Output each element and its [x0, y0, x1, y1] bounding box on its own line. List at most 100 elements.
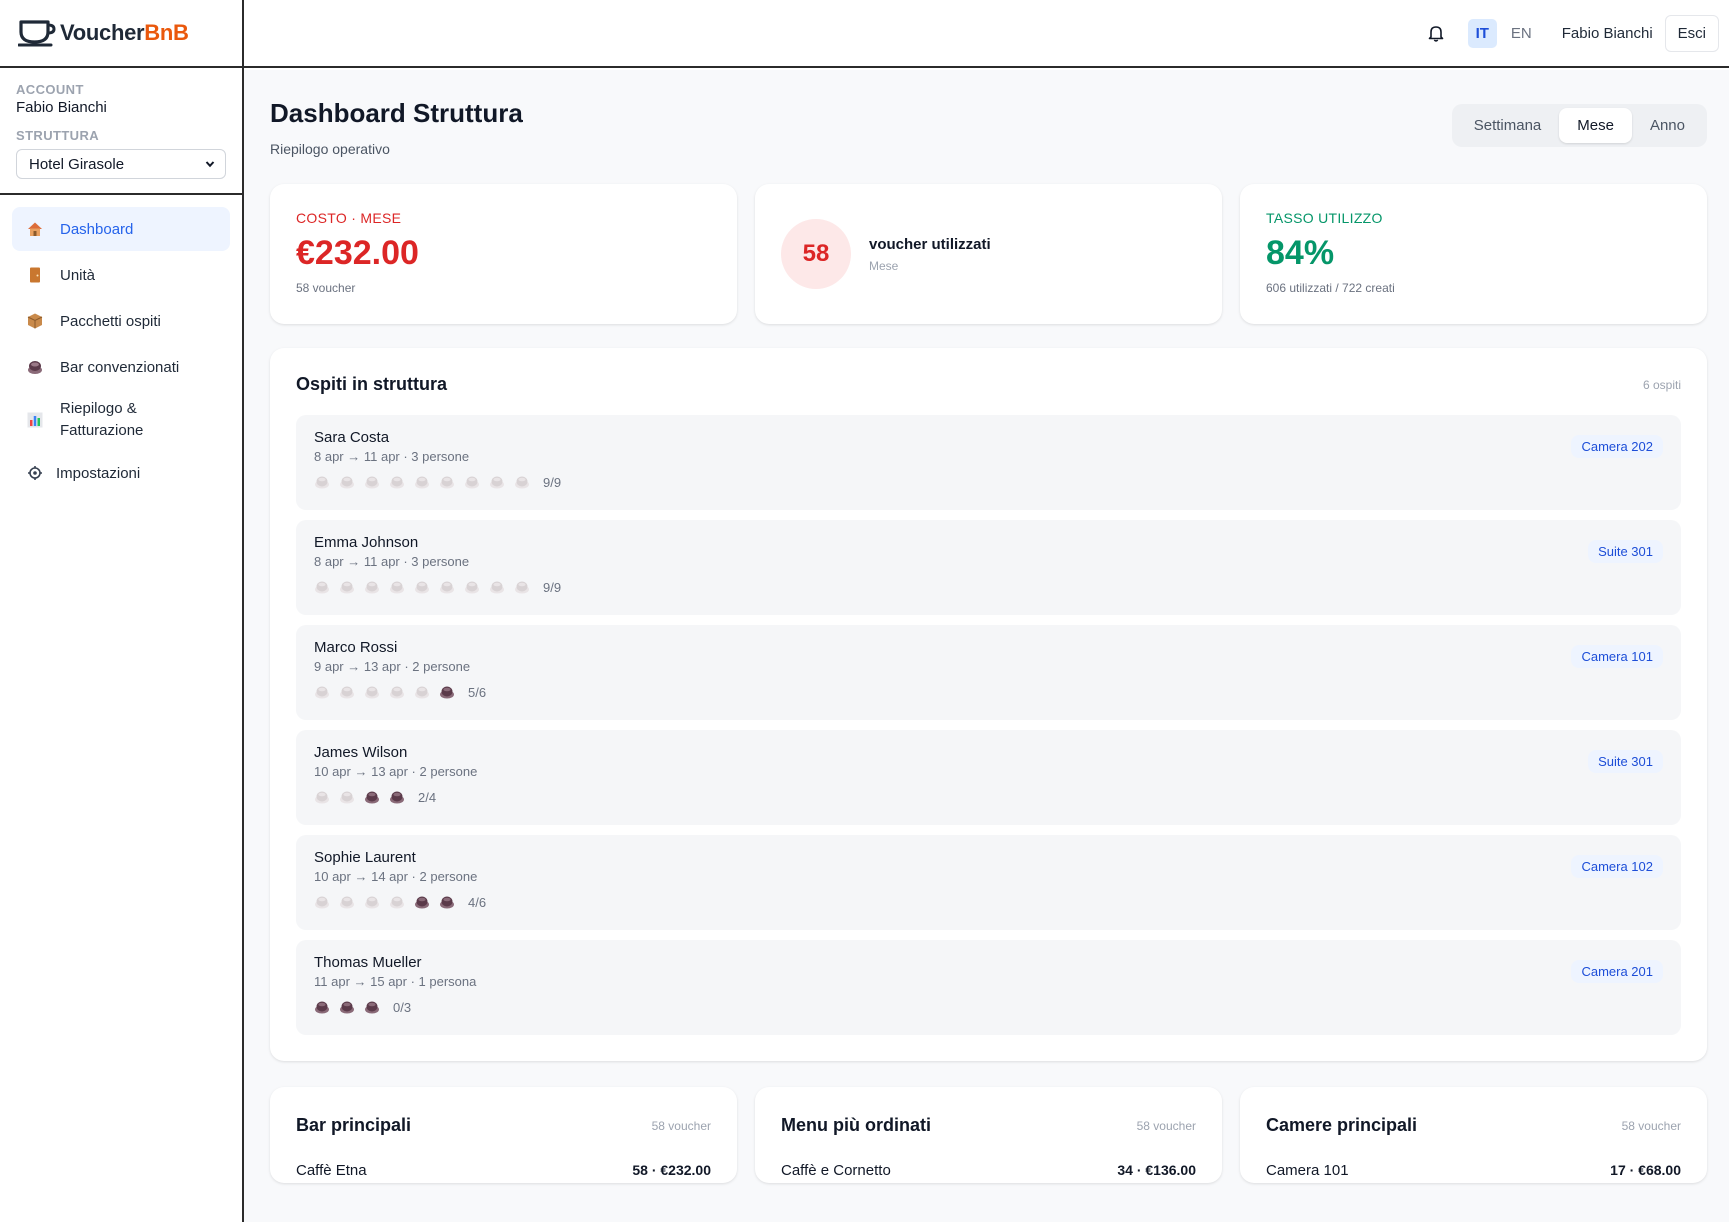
lang-it-button[interactable]: IT [1467, 18, 1497, 48]
voucher-used-icon [365, 686, 379, 699]
top-menus-count: 58 voucher [1136, 1118, 1196, 1133]
sidebar-item-label: Impostazioni [56, 464, 141, 482]
voucher-count: 0/3 [393, 999, 412, 1015]
top-rooms-card: Camere principali 58 voucher Camera 101 … [1240, 1087, 1707, 1183]
sidebar-item-label: Dashboard [60, 220, 134, 238]
list-item[interactable]: Caffè e Cornetto 34 · €136.00 [781, 1162, 1196, 1179]
guest-stay-dates: 11 apr → 15 apr · 1 persona [314, 974, 477, 989]
package-icon [26, 312, 44, 330]
topbar: IT EN Fabio Bianchi Esci [244, 0, 1729, 68]
cost-label: COSTO · MESE [296, 210, 402, 226]
voucher-usage: 0/3 [314, 999, 1663, 1015]
voucher-used-icon [390, 581, 404, 594]
usage-rate-value: 84% [1266, 234, 1335, 272]
guest-name: Marco Rossi [314, 639, 398, 656]
vouchers-used-value: 58 [781, 219, 851, 289]
brand-name: VoucherBnB [60, 20, 189, 45]
guest-stay-dates: 8 apr → 11 apr · 3 persone [314, 554, 470, 569]
guest-name: James Wilson [314, 744, 408, 761]
guest-name: Thomas Mueller [314, 954, 422, 971]
sidebar: VoucherBnB ACCOUNT Fabio Bianchi STRUTTU… [0, 0, 244, 1222]
sidebar-item-settings[interactable]: Impostazioni [12, 451, 230, 495]
logout-button[interactable]: Esci [1664, 14, 1719, 52]
voucher-used-icon [465, 476, 479, 489]
brand-logo[interactable]: VoucherBnB [0, 0, 242, 68]
guest-row[interactable]: Marco Rossi 9 apr → 13 apr · 2 persone 5/6… [296, 625, 1681, 720]
cost-value: €232.00 [296, 234, 419, 272]
voucher-used-icon [340, 686, 354, 699]
room-badge: Camera 201 [1571, 960, 1663, 983]
usage-rate-card: TASSO UTILIZZO 84% 606 utilizzati / 722 … [1240, 184, 1707, 324]
top-bar-value: 58 · €232.00 [632, 1162, 711, 1178]
guest-stay-dates: 10 apr → 14 apr · 2 persone [314, 869, 478, 884]
guest-row[interactable]: Sara Costa 8 apr → 11 apr · 3 persone 9/9 C… [296, 415, 1681, 510]
voucher-used-icon [340, 896, 354, 909]
voucher-used-icon [315, 581, 329, 594]
structure-select-value: Hotel Girasole [29, 155, 125, 173]
page-title: Dashboard Struttura [270, 98, 523, 128]
guest-row[interactable]: Emma Johnson 8 apr → 11 apr · 3 persone 9/… [296, 520, 1681, 615]
voucher-available-icon [365, 791, 379, 804]
account-label: ACCOUNT [16, 82, 84, 97]
top-bar-name: Caffè Etna [296, 1162, 367, 1179]
guests-title: Ospiti in struttura [296, 374, 448, 394]
sidebar-item-units[interactable]: Unità [12, 253, 230, 297]
voucher-available-icon [440, 686, 454, 699]
voucher-used-icon [490, 476, 504, 489]
vouchers-used-title: voucher utilizzati [869, 235, 991, 253]
door-icon [26, 266, 44, 284]
page-header: Dashboard Struttura Riepilogo operativo … [270, 70, 1707, 184]
period-month-button[interactable]: Mese [1559, 108, 1632, 143]
gear-icon [26, 464, 44, 482]
sidebar-item-dashboard[interactable]: Dashboard [12, 207, 230, 251]
summary-row: Bar principali 58 voucher Caffè Etna 58 … [270, 1087, 1707, 1183]
voucher-count: 5/6 [468, 684, 487, 700]
voucher-used-icon [340, 476, 354, 489]
voucher-count: 2/4 [418, 789, 437, 805]
guests-count: 6 ospiti [1642, 377, 1681, 392]
guest-name: Emma Johnson [314, 534, 419, 551]
usage-rate-label: TASSO UTILIZZO [1266, 210, 1383, 226]
top-rooms-count: 58 voucher [1621, 1118, 1681, 1133]
guest-stay-dates: 10 apr → 13 apr · 2 persone [314, 764, 478, 779]
top-bars-card: Bar principali 58 voucher Caffè Etna 58 … [270, 1087, 737, 1183]
voucher-used-icon [340, 581, 354, 594]
room-badge: Camera 101 [1571, 645, 1663, 668]
sidebar-item-label: Bar convenzionati [60, 358, 180, 376]
voucher-used-icon [365, 896, 379, 909]
voucher-count: 9/9 [543, 579, 562, 595]
voucher-usage: 2/4 [314, 789, 1663, 805]
list-item[interactable]: Caffè Etna 58 · €232.00 [296, 1162, 711, 1179]
sidebar-item-label: Riepilogo & Fatturazione [60, 400, 144, 439]
structure-label: STRUTTURA [16, 128, 100, 143]
guest-stay-dates: 9 apr → 13 apr · 2 persone [314, 659, 471, 674]
cost-foot: 58 voucher [296, 281, 356, 295]
period-week-button[interactable]: Settimana [1456, 108, 1560, 143]
top-room-value: 17 · €68.00 [1610, 1162, 1681, 1178]
sidebar-item-label: Pacchetti ospiti [60, 312, 161, 330]
room-badge: Suite 301 [1588, 540, 1663, 563]
guest-row[interactable]: Sophie Laurent 10 apr → 14 apr · 2 person… [296, 835, 1681, 930]
top-room-name: Camera 101 [1266, 1162, 1349, 1179]
guests-section: Ospiti in struttura 6 ospiti Sara Costa 8… [270, 348, 1707, 1061]
guest-list: Sara Costa 8 apr → 11 apr · 3 persone 9/9 C… [296, 415, 1681, 1035]
guest-name: Sophie Laurent [314, 849, 416, 866]
list-item[interactable]: Camera 101 17 · €68.00 [1266, 1162, 1681, 1179]
voucher-used-icon [315, 476, 329, 489]
period-year-button[interactable]: Anno [1632, 108, 1703, 143]
lang-en-button[interactable]: EN [1503, 19, 1540, 48]
voucher-available-icon [365, 1001, 379, 1014]
sidebar-item-guest-packages[interactable]: Pacchetti ospiti [12, 299, 230, 343]
voucher-used-icon [515, 476, 529, 489]
sidebar-item-partner-bars[interactable]: Bar convenzionati [12, 345, 230, 389]
voucher-used-icon [415, 581, 429, 594]
voucher-used-icon [415, 686, 429, 699]
sidebar-item-billing[interactable]: Riepilogo & Fatturazione [12, 391, 230, 449]
guest-name: Sara Costa [314, 429, 390, 446]
guest-row[interactable]: James Wilson 10 apr → 13 apr · 2 persone 2… [296, 730, 1681, 825]
guest-row[interactable]: Thomas Mueller 11 apr → 15 apr · 1 person… [296, 940, 1681, 1035]
top-bars-count: 58 voucher [651, 1118, 711, 1133]
bell-icon[interactable] [1426, 23, 1446, 43]
structure-select[interactable]: Hotel Girasole [16, 149, 226, 179]
usage-rate-foot: 606 utilizzati / 722 creati [1266, 281, 1395, 295]
